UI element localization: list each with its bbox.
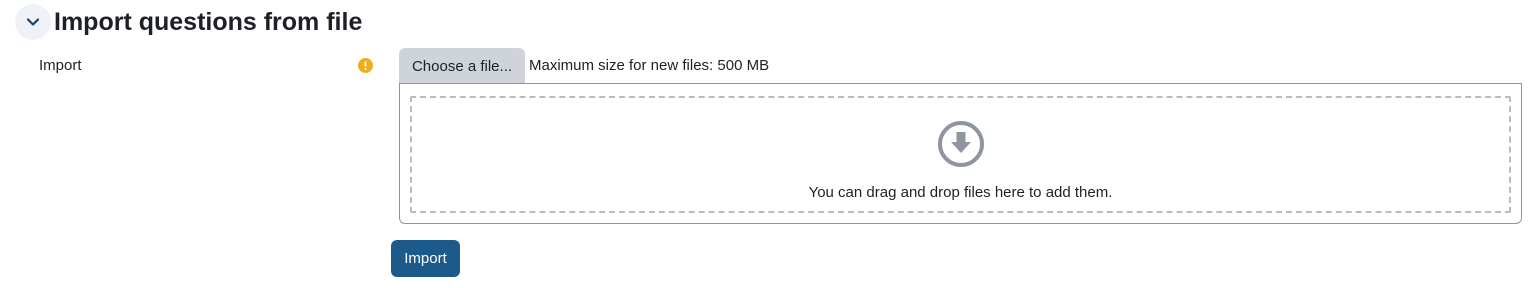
chevron-down-icon	[26, 18, 40, 26]
import-button[interactable]: Import	[391, 240, 460, 277]
collapse-toggle-button[interactable]	[15, 4, 51, 40]
choose-file-button[interactable]: Choose a file...	[399, 48, 525, 84]
import-field-label: Import	[39, 57, 82, 74]
dropzone[interactable]: You can drag and drop files here to add …	[410, 96, 1511, 213]
max-file-size-text: Maximum size for new files: 500 MB	[529, 57, 770, 74]
download-arrow-circle-icon	[938, 121, 984, 167]
section-title: Import questions from file	[54, 8, 363, 36]
file-drop-area[interactable]: You can drag and drop files here to add …	[399, 83, 1522, 224]
section-header: Import questions from file	[15, 4, 362, 40]
drop-instructions: You can drag and drop files here to add …	[808, 184, 1113, 201]
exclamation-circle-icon[interactable]	[358, 58, 373, 73]
